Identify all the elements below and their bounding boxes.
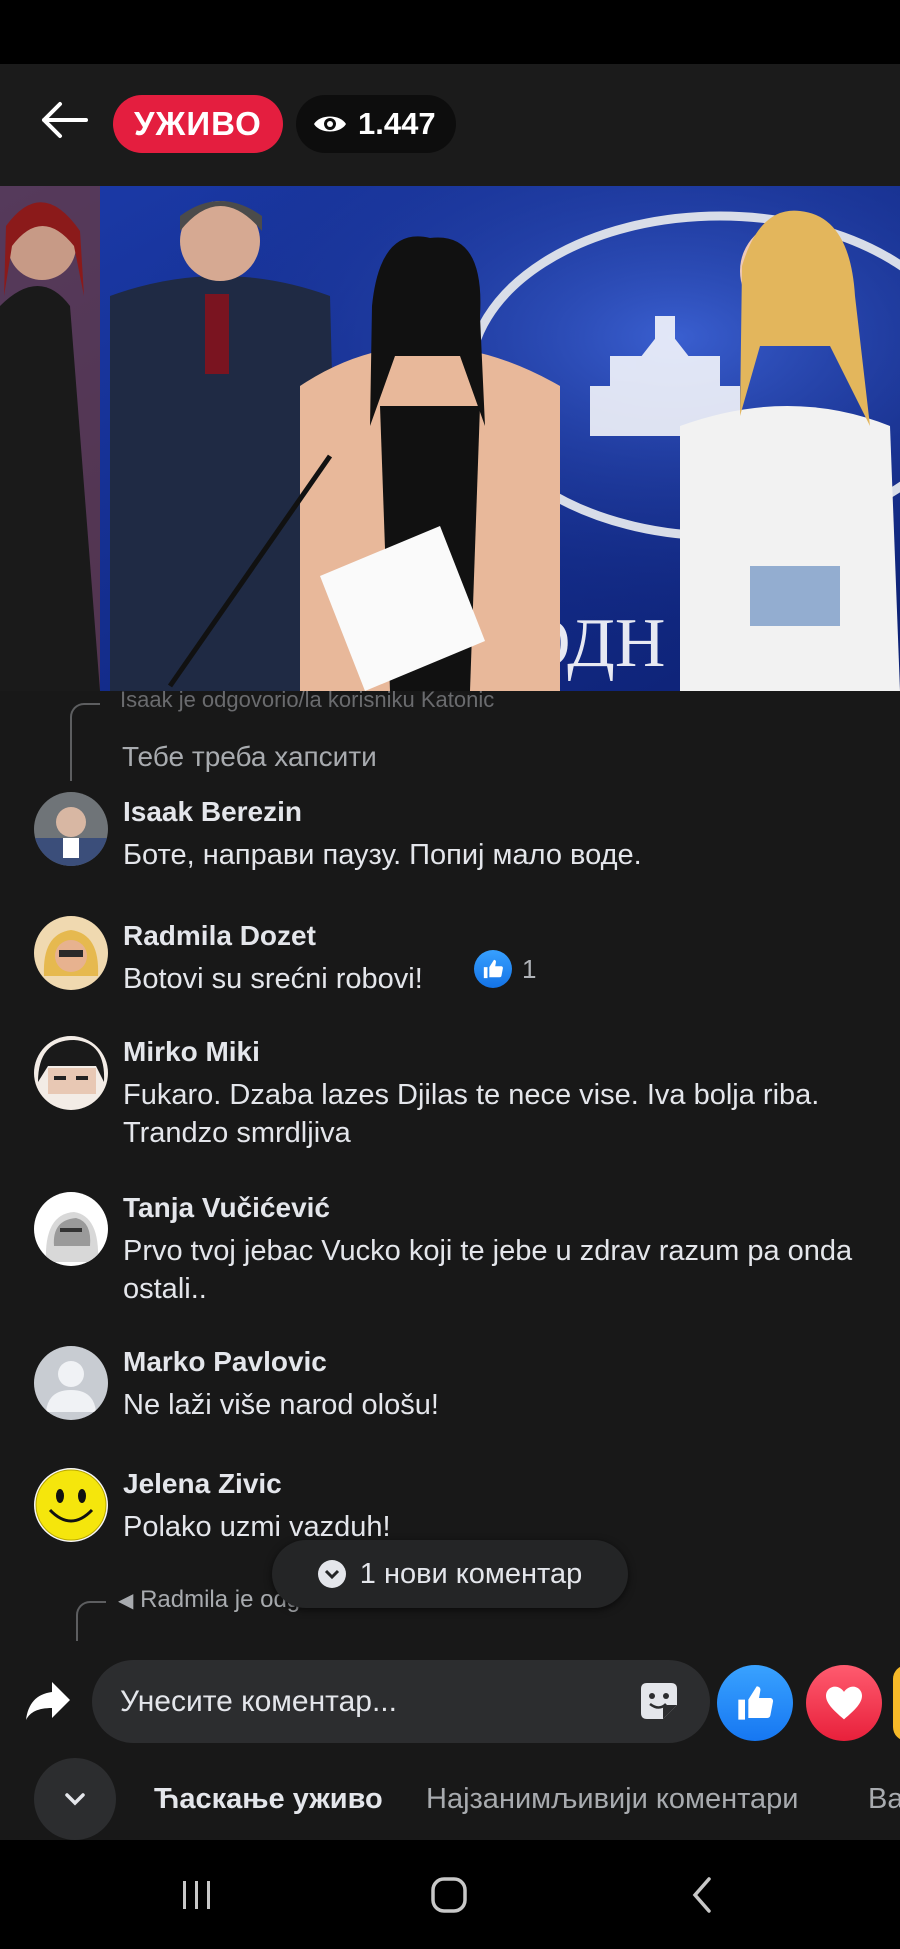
avatar[interactable] bbox=[34, 916, 108, 990]
comment-text: Боте, направи паузу. Попиј мало воде. bbox=[123, 839, 642, 871]
thread-line bbox=[70, 703, 100, 781]
love-reaction-button[interactable] bbox=[806, 1665, 882, 1741]
back-arrow-icon[interactable] bbox=[36, 92, 92, 148]
system-nav-bar bbox=[0, 1840, 900, 1949]
comment-input[interactable] bbox=[92, 1660, 710, 1743]
care-reaction-button[interactable] bbox=[893, 1665, 900, 1741]
chevron-down-icon bbox=[317, 1560, 346, 1588]
comment-text: Fukaro. Dzaba lazes Djilas te nece vise.… bbox=[123, 1079, 820, 1149]
status-bar bbox=[0, 0, 900, 64]
sticker-icon[interactable] bbox=[636, 1678, 682, 1724]
chevron-down-icon[interactable] bbox=[34, 1758, 116, 1840]
new-comments-label: 1 нови коментар bbox=[359, 1557, 583, 1590]
like-count[interactable]: 1 bbox=[474, 950, 536, 988]
avatar[interactable] bbox=[34, 1468, 108, 1542]
comment-author[interactable]: Jelena Zivic bbox=[123, 1468, 282, 1500]
thread-line bbox=[76, 1601, 106, 1641]
eye-icon bbox=[314, 116, 346, 132]
live-video[interactable]: ОДН bbox=[0, 186, 900, 691]
tab-more[interactable]: Ва bbox=[868, 1758, 900, 1840]
comment-filter-tabs: Ћаскање уживо Најзанимљивији коментари В… bbox=[0, 1758, 900, 1840]
live-header: УЖИВО 1.447 bbox=[0, 64, 900, 186]
recent-apps-icon[interactable] bbox=[162, 1860, 232, 1930]
comments-panel[interactable]: Isaak je odgovorio/la korisniku Katonic … bbox=[0, 691, 900, 1641]
comment-text: Botovi su srećni robovi! bbox=[123, 963, 423, 995]
comment-author[interactable]: Radmila Dozet bbox=[123, 920, 316, 952]
comment-author[interactable]: Marko Pavlovic bbox=[123, 1346, 327, 1378]
home-icon[interactable] bbox=[414, 1860, 484, 1930]
avatar[interactable] bbox=[34, 1192, 108, 1266]
comment-composer bbox=[0, 1641, 900, 1758]
system-back-icon[interactable] bbox=[668, 1860, 738, 1930]
reply-trace-partial: Isaak je odgovorio/la korisniku Katonic bbox=[120, 691, 495, 712]
like-icon bbox=[474, 950, 512, 988]
like-reaction-button[interactable] bbox=[717, 1665, 793, 1741]
comment-text: Prvo tvoj jebac Vucko koji te jebe u zdr… bbox=[123, 1235, 853, 1305]
tab-live-chat[interactable]: Ћаскање уживо bbox=[154, 1758, 383, 1840]
avatar[interactable] bbox=[34, 1036, 108, 1110]
share-icon[interactable] bbox=[20, 1673, 76, 1729]
comment-author[interactable]: Isaak Berezin bbox=[123, 796, 302, 828]
viewer-count-value: 1.447 bbox=[358, 106, 436, 141]
live-badge: УЖИВО bbox=[113, 95, 283, 153]
like-count-value: 1 bbox=[522, 953, 537, 984]
viewer-count: 1.447 bbox=[296, 95, 456, 153]
avatar[interactable] bbox=[34, 1346, 108, 1420]
tab-top-comments[interactable]: Најзанимљивији коментари bbox=[426, 1758, 799, 1840]
comment-author[interactable]: Tanja Vučićević bbox=[123, 1192, 330, 1224]
comment-text: Ne laži više narod ološu! bbox=[123, 1389, 439, 1421]
comment-author[interactable]: Mirko Miki bbox=[123, 1036, 260, 1068]
new-comments-button[interactable]: 1 нови коментар bbox=[272, 1540, 628, 1608]
previous-comment-text: Тебе треба хапсити bbox=[122, 741, 377, 772]
avatar[interactable] bbox=[34, 792, 108, 866]
